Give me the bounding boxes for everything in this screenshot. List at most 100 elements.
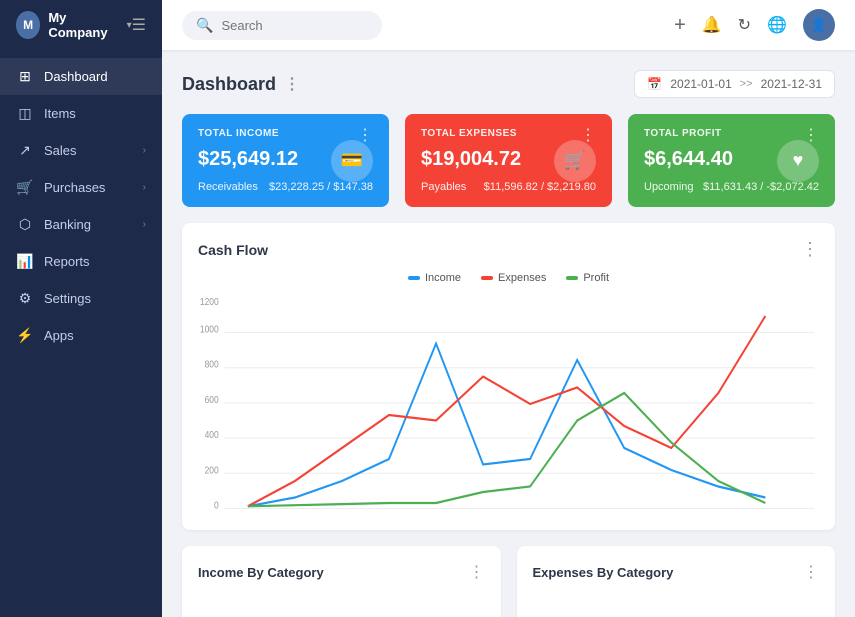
- profit-sub-label: Upcoming: [644, 181, 694, 193]
- cashflow-chart: 0 200 400 600 800 1000 1200 Jan 2021: [198, 294, 819, 514]
- cashflow-title: Cash Flow: [198, 242, 268, 258]
- svg-text:800: 800: [205, 359, 219, 370]
- income-icon: 💳: [331, 140, 373, 182]
- cashflow-card: Cash Flow ⋮ Income Expenses Profit: [182, 223, 835, 530]
- date-start: 2021-01-01: [670, 77, 731, 91]
- expenses-card: TOTAL EXPENSES ⋮ $19,004.72 Payables $11…: [405, 114, 612, 207]
- company-info[interactable]: M My Company ▾: [16, 10, 132, 40]
- profit-card: TOTAL PROFIT ⋮ $6,644.40 Upcoming $11,63…: [628, 114, 835, 207]
- globe-icon[interactable]: 🌐: [767, 15, 787, 35]
- expenses-sub-label: Payables: [421, 181, 466, 193]
- legend-profit-dot: [566, 276, 578, 280]
- svg-text:600: 600: [205, 394, 219, 405]
- sidebar-nav: ⊞ Dashboard ◫ Items ↗ Sales › 🛒 Purchase…: [0, 50, 162, 617]
- stat-cards: TOTAL INCOME ⋮ $25,649.12 Receivables $2…: [182, 114, 835, 207]
- sidebar-item-label: Banking: [44, 217, 91, 232]
- sidebar-item-settings[interactable]: ⚙ Settings: [0, 280, 162, 317]
- refresh-icon[interactable]: ↻: [738, 15, 751, 35]
- sidebar-item-label: Purchases: [44, 180, 105, 195]
- sidebar-item-label: Apps: [44, 328, 74, 343]
- sidebar-item-purchases[interactable]: 🛒 Purchases ›: [0, 169, 162, 206]
- income-category-menu-icon[interactable]: ⋮: [469, 562, 485, 582]
- bottom-cards: Income By Category ⋮ Expenses By Categor…: [182, 546, 835, 617]
- svg-text:1000: 1000: [200, 324, 219, 335]
- chevron-right-icon: ›: [143, 219, 146, 230]
- legend-profit: Profit: [566, 272, 609, 284]
- sidebar-item-label: Items: [44, 106, 76, 121]
- cashflow-chart-container: 0 200 400 600 800 1000 1200 Jan 2021: [198, 294, 819, 514]
- sidebar-item-sales[interactable]: ↗ Sales ›: [0, 132, 162, 169]
- svg-text:0: 0: [214, 500, 219, 511]
- hamburger-icon[interactable]: ☰: [132, 15, 146, 35]
- topbar: 🔍 + 🔔 ↻ 🌐 👤: [162, 0, 855, 50]
- add-icon[interactable]: +: [674, 14, 686, 37]
- profit-icon: ♥: [777, 140, 819, 182]
- banking-icon: ⬡: [16, 216, 34, 233]
- avatar[interactable]: 👤: [803, 9, 835, 41]
- income-card: TOTAL INCOME ⋮ $25,649.12 Receivables $2…: [182, 114, 389, 207]
- income-sub-value: $23,228.25 / $147.38: [269, 181, 373, 193]
- income-label: TOTAL INCOME: [198, 128, 279, 139]
- apps-icon: ⚡: [16, 327, 34, 344]
- company-name: My Company: [48, 10, 118, 40]
- legend-expenses: Expenses: [481, 272, 546, 284]
- sidebar-item-reports[interactable]: 📊 Reports: [0, 243, 162, 280]
- chevron-right-icon: ›: [143, 145, 146, 156]
- legend-income: Income: [408, 272, 461, 284]
- sidebar-item-items[interactable]: ◫ Items: [0, 95, 162, 132]
- calendar-icon: 📅: [647, 77, 662, 91]
- expenses-category-menu-icon[interactable]: ⋮: [803, 562, 819, 582]
- dashboard-menu-icon[interactable]: ⋮: [284, 74, 300, 94]
- sidebar-header: M My Company ▾ ☰: [0, 0, 162, 50]
- reports-icon: 📊: [16, 253, 34, 270]
- profit-sub-value: $11,631.43 / -$2,072.42: [703, 181, 819, 193]
- dashboard-title-text: Dashboard: [182, 74, 276, 95]
- legend-profit-label: Profit: [583, 272, 609, 284]
- svg-text:200: 200: [205, 465, 219, 476]
- expenses-sub-value: $11,596.82 / $2,219.80: [484, 181, 596, 193]
- bell-icon[interactable]: 🔔: [702, 15, 722, 35]
- expenses-icon: 🛒: [554, 140, 596, 182]
- legend-income-dot: [408, 276, 420, 280]
- sidebar-item-label: Dashboard: [44, 69, 108, 84]
- legend-income-label: Income: [425, 272, 461, 284]
- cashflow-menu-icon[interactable]: ⋮: [801, 239, 819, 260]
- items-icon: ◫: [16, 105, 34, 122]
- expenses-category-title: Expenses By Category: [533, 565, 674, 580]
- profit-label: TOTAL PROFIT: [644, 128, 722, 139]
- dashboard-header: Dashboard ⋮ 📅 2021-01-01 >> 2021-12-31: [182, 70, 835, 98]
- dashboard-content: Dashboard ⋮ 📅 2021-01-01 >> 2021-12-31 T…: [162, 50, 855, 617]
- dashboard-icon: ⊞: [16, 68, 34, 85]
- date-separator: >>: [740, 78, 753, 90]
- sidebar-item-dashboard[interactable]: ⊞ Dashboard: [0, 58, 162, 95]
- chevron-right-icon: ›: [143, 182, 146, 193]
- sales-icon: ↗: [16, 142, 34, 159]
- settings-icon: ⚙: [16, 290, 34, 307]
- search-icon: 🔍: [196, 17, 213, 34]
- sidebar-item-label: Sales: [44, 143, 77, 158]
- sidebar-item-label: Settings: [44, 291, 91, 306]
- sidebar-item-apps[interactable]: ⚡ Apps: [0, 317, 162, 354]
- income-by-category-card: Income By Category ⋮: [182, 546, 501, 617]
- date-end: 2021-12-31: [761, 77, 822, 91]
- legend-expenses-label: Expenses: [498, 272, 546, 284]
- chart-legend: Income Expenses Profit: [198, 272, 819, 284]
- expenses-by-category-card: Expenses By Category ⋮: [517, 546, 836, 617]
- income-sub-label: Receivables: [198, 181, 258, 193]
- search-input[interactable]: [221, 18, 368, 33]
- company-avatar: M: [16, 11, 40, 39]
- sidebar-item-banking[interactable]: ⬡ Banking ›: [0, 206, 162, 243]
- search-box[interactable]: 🔍: [182, 11, 382, 40]
- legend-expenses-dot: [481, 276, 493, 280]
- date-range-picker[interactable]: 📅 2021-01-01 >> 2021-12-31: [634, 70, 835, 98]
- topbar-actions: + 🔔 ↻ 🌐 👤: [674, 9, 835, 41]
- svg-text:400: 400: [205, 430, 219, 441]
- main-area: 🔍 + 🔔 ↻ 🌐 👤 Dashboard ⋮ 📅 2021-01-01 >> …: [162, 0, 855, 617]
- sidebar: M My Company ▾ ☰ ⊞ Dashboard ◫ Items ↗ S…: [0, 0, 162, 617]
- sidebar-item-label: Reports: [44, 254, 90, 269]
- svg-text:1200: 1200: [200, 296, 219, 307]
- page-title: Dashboard ⋮: [182, 74, 300, 95]
- purchases-icon: 🛒: [16, 179, 34, 196]
- expenses-label: TOTAL EXPENSES: [421, 128, 517, 139]
- income-category-title: Income By Category: [198, 565, 324, 580]
